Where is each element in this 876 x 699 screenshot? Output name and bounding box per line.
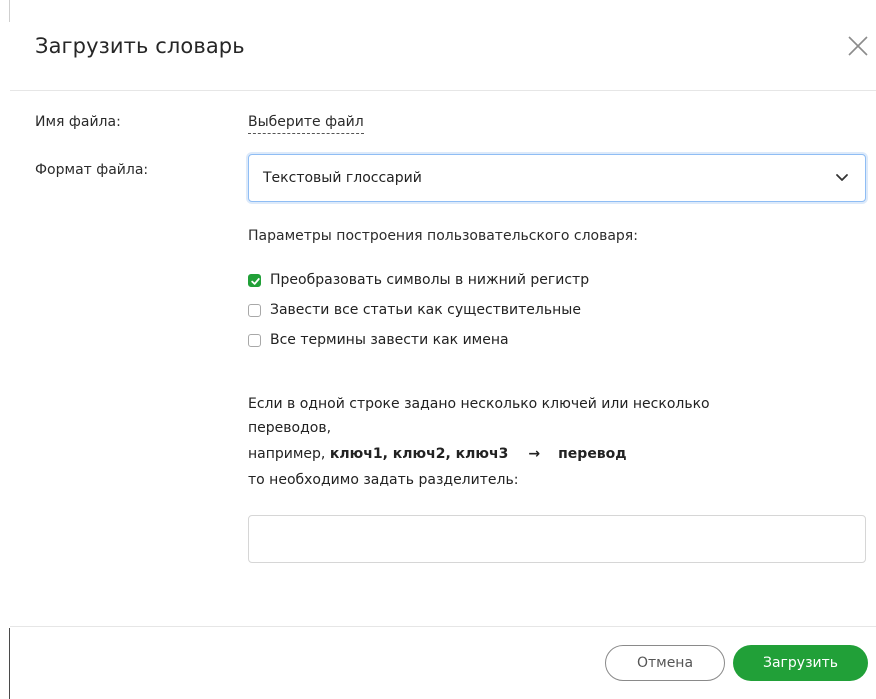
close-icon xyxy=(848,36,868,56)
option-lowercase[interactable]: Преобразовать символы в нижний регистр xyxy=(248,272,589,288)
params-title: Параметры построения пользовательского с… xyxy=(248,228,638,244)
check-icon xyxy=(251,277,260,285)
dialog-header: Загрузить словарь xyxy=(10,0,876,91)
separator-help-line1: Если в одной строке задано несколько клю… xyxy=(248,396,710,412)
load-dictionary-dialog: Загрузить словарь Имя файла: Выберите фа… xyxy=(10,0,876,699)
file-format-select[interactable]: Текстовый глоссарий xyxy=(248,154,866,202)
example-keys: ключ1, ключ2, ключ3 xyxy=(329,446,509,462)
option-nouns[interactable]: Завести все статьи как существительные xyxy=(248,302,581,318)
file-format-value: Текстовый глоссарий xyxy=(263,170,422,186)
option-label: Завести все статьи как существительные xyxy=(270,302,581,318)
option-label: Преобразовать символы в нижний регистр xyxy=(270,272,590,288)
separator-help-line2: переводов, xyxy=(248,420,332,436)
option-names[interactable]: Все термины завести как имена xyxy=(248,332,509,348)
load-button[interactable]: Загрузить xyxy=(733,645,868,681)
file-name-label: Имя файла: xyxy=(35,114,121,130)
close-button[interactable] xyxy=(846,34,870,58)
example-prefix: например, xyxy=(248,446,330,462)
cancel-button[interactable]: Отмена xyxy=(605,645,725,681)
file-format-label: Формат файла: xyxy=(35,162,149,178)
dialog-title: Загрузить словарь xyxy=(35,34,245,58)
footer-divider xyxy=(10,626,876,627)
chevron-down-icon xyxy=(836,174,848,181)
separator-help-example: например, ключ1, ключ2, ключ3 → перевод xyxy=(248,446,627,462)
example-translation: перевод xyxy=(558,446,627,462)
checkbox-unchecked[interactable] xyxy=(248,333,261,347)
choose-file-link[interactable]: Выберите файл xyxy=(248,114,364,134)
checkbox-unchecked[interactable] xyxy=(248,303,261,317)
separator-input[interactable] xyxy=(248,515,866,563)
checkbox-checked[interactable] xyxy=(248,273,261,287)
separator-help-line4: то необходимо задать разделитель: xyxy=(248,472,519,488)
arrow-right-icon: → xyxy=(528,446,541,462)
option-label: Все термины завести как имена xyxy=(270,332,509,348)
